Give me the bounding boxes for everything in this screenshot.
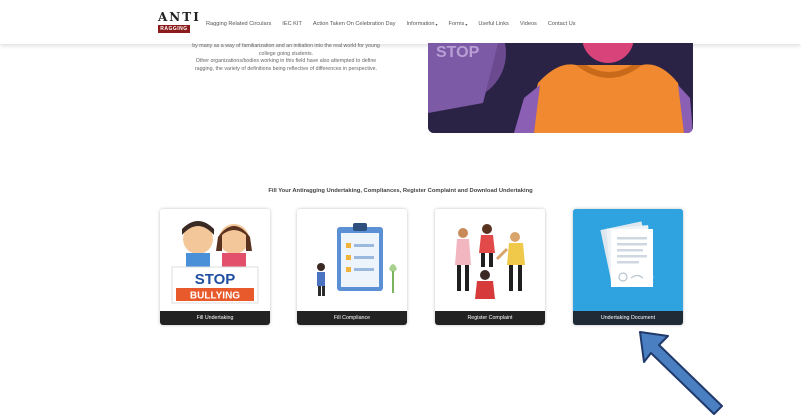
stop-bullying-illustration: STOP BULLYING [160, 209, 270, 311]
fill-compliance-card[interactable]: Fill Compliance [297, 209, 407, 325]
register-complaint-label: Register Complaint [435, 311, 545, 325]
intro-line: Other organizations/bodies working in th… [195, 58, 377, 65]
nav-forms[interactable]: Forms ▾ [449, 21, 468, 27]
anti-ragging-logo[interactable]: ANTI RAGGING [158, 10, 201, 34]
nav-information[interactable]: Information ▾ [407, 21, 438, 27]
nav-videos[interactable]: Videos [520, 21, 537, 27]
fill-undertaking-card[interactable]: STOP BULLYING Fill Undertaking [160, 209, 270, 325]
document-stack-icon [573, 209, 683, 311]
hero-artwork: STOP [428, 43, 693, 133]
top-navbar: ANTI RAGGING Ragging Related Circulars I… [0, 0, 801, 44]
chevron-down-icon: ▾ [435, 21, 438, 27]
fill-compliance-label: Fill Compliance [297, 311, 407, 325]
nav-ragging-circulars[interactable]: Ragging Related Circulars [206, 21, 271, 27]
undertaking-document-card[interactable]: Undertaking Document [573, 209, 683, 325]
bullying-text: BULLYING [190, 291, 240, 302]
intro-line: by many as a way of familiarization and … [192, 43, 380, 49]
clipboard-checklist-illustration [297, 209, 407, 311]
nav-action-taken[interactable]: Action Taken On Celebration Day [313, 21, 396, 27]
pointer-arrow-icon [639, 331, 723, 415]
logo-text: ANTI [158, 10, 201, 24]
intro-text: by many as a way of familiarization and … [150, 43, 422, 73]
intro-line: college going students. [258, 50, 314, 57]
hero-illustration: STOP [428, 43, 693, 133]
nav-iec-kit[interactable]: IEC KIT [282, 21, 302, 27]
nav-menu: Ragging Related Circulars IEC KIT Action… [206, 19, 576, 29]
register-complaint-card[interactable]: Register Complaint [435, 209, 545, 325]
complaint-people-illustration [435, 209, 545, 311]
undertaking-document-label: Undertaking Document [573, 311, 683, 325]
chevron-down-icon: ▾ [465, 21, 468, 27]
intro-line: ragging, the variety of definitions bein… [194, 65, 378, 72]
fill-undertaking-label: Fill Undertaking [160, 311, 270, 325]
logo-bar: RAGGING [158, 25, 190, 33]
stop-text: STOP [195, 271, 236, 288]
stop-sign-text: STOP [436, 44, 480, 61]
nav-contact-us[interactable]: Contact Us [548, 21, 576, 27]
nav-useful-links[interactable]: Useful Links [478, 21, 508, 27]
section-title: Fill Your Antiragging Undertaking, Compl… [268, 188, 533, 194]
